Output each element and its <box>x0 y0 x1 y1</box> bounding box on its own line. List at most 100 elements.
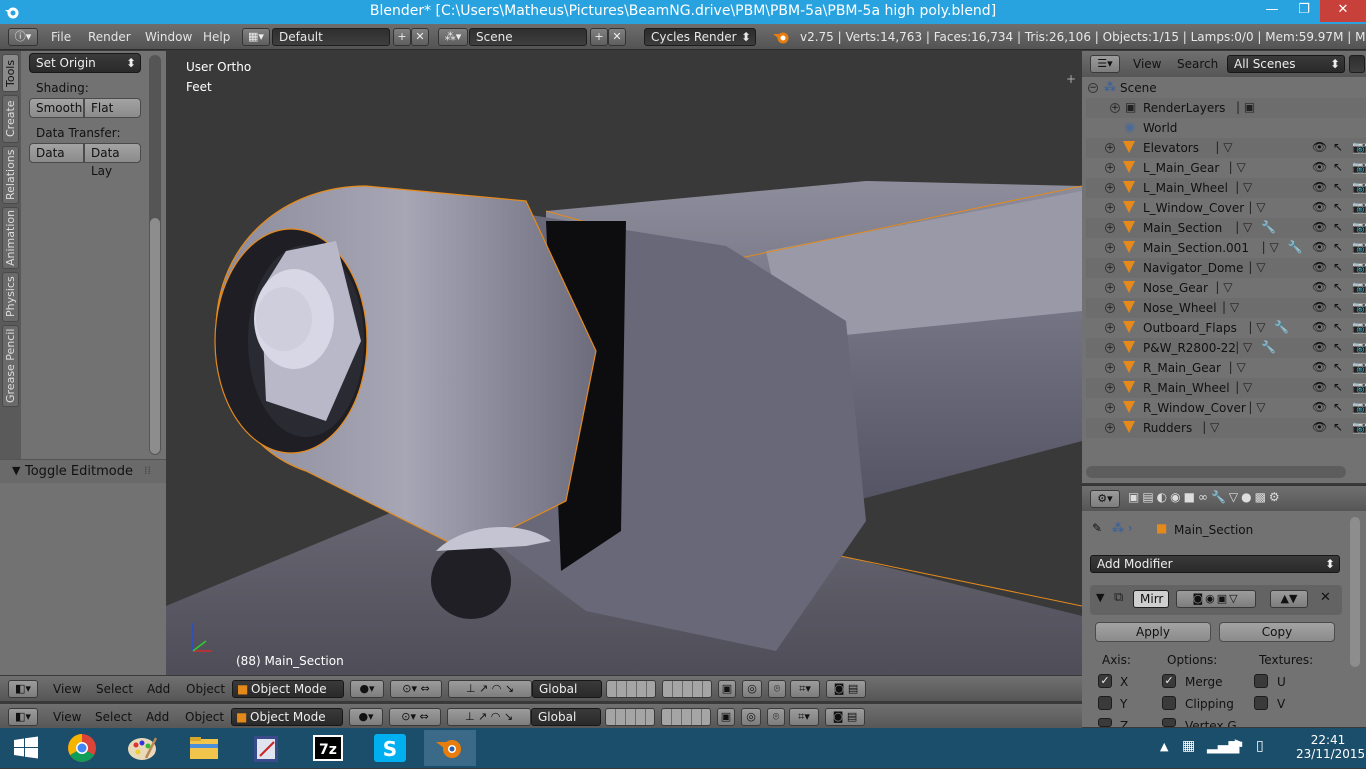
render-engine-dropdown[interactable]: Cycles Render ⬍ <box>644 28 756 46</box>
camera-icon[interactable]: 📷 <box>1352 200 1366 214</box>
orientation-dropdown[interactable]: Global <box>531 708 601 726</box>
expand-icon[interactable]: + <box>1105 403 1115 413</box>
orientation-dropdown[interactable]: Global <box>532 680 602 698</box>
screen-layout-icon[interactable]: ▦▾ <box>242 28 270 46</box>
eye-icon[interactable]: 👁 <box>1312 240 1327 254</box>
menu-window[interactable]: Window <box>145 30 192 44</box>
properties-scrollbar[interactable] <box>1350 517 1360 667</box>
camera-icon[interactable]: 📷 <box>1352 400 1366 414</box>
camera-icon[interactable]: 📷 <box>1352 300 1366 314</box>
cursor-icon[interactable]: ↖ <box>1333 340 1343 354</box>
camera-icon[interactable]: 📷 <box>1352 320 1366 334</box>
camera-icon[interactable]: 📷 <box>1352 240 1366 254</box>
move-up-down-icons[interactable]: ▲▼ <box>1270 590 1308 608</box>
eye-icon[interactable]: 👁 <box>1312 180 1327 194</box>
modifier-name-field[interactable]: Mirr <box>1133 590 1169 608</box>
vertex-groups-checkbox[interactable] <box>1162 718 1176 727</box>
tab-physics[interactable]: Physics <box>2 272 19 322</box>
cursor-icon[interactable]: ↖ <box>1333 200 1343 214</box>
menu-add[interactable]: Add <box>147 682 170 696</box>
remove-scene-icon[interactable]: ✕ <box>608 28 626 46</box>
tab-tools[interactable]: Tools <box>2 54 19 92</box>
expand-icon[interactable]: + <box>1105 203 1115 213</box>
outliner-menu-search[interactable]: Search <box>1177 57 1218 71</box>
outliner-row-object[interactable]: + L_Main_Wheel | ▽ 👁 ↖ 📷 <box>1086 178 1366 198</box>
pin-icon[interactable]: ✎ <box>1092 521 1102 535</box>
mode-dropdown[interactable]: ■ Object Mode <box>232 680 344 698</box>
eye-icon[interactable]: 👁 <box>1312 280 1327 294</box>
camera-icon[interactable]: 📷 <box>1352 160 1366 174</box>
set-origin-dropdown[interactable]: Set Origin ⬍ <box>29 53 141 73</box>
cursor-icon[interactable]: ↖ <box>1333 280 1343 294</box>
outliner-row-object[interactable]: + R_Window_Cover | ▽ 👁 ↖ 📷 <box>1086 398 1366 418</box>
data-layers-button[interactable]: Data Lay <box>84 143 141 178</box>
eye-icon[interactable]: 👁 <box>1312 340 1327 354</box>
merge-checkbox[interactable]: ✓ <box>1162 674 1176 688</box>
proportional-edit-icon[interactable]: ◎ <box>741 708 761 726</box>
chrome-taskbar-button[interactable] <box>56 730 108 766</box>
cursor-icon[interactable]: ↖ <box>1333 420 1343 434</box>
render-icons[interactable]: ◙ ▤ <box>826 680 866 698</box>
menu-help[interactable]: Help <box>203 30 230 44</box>
outliner-row-object[interactable]: + Main_Section.001 | ▽ 🔧 👁 ↖ 📷 <box>1086 238 1366 258</box>
flat-button[interactable]: Flat <box>84 98 141 118</box>
outliner-row-world[interactable]: ◉ World <box>1086 118 1366 138</box>
remove-layout-icon[interactable]: ✕ <box>411 28 429 46</box>
snap-element-icon[interactable]: ⌗▾ <box>790 680 820 698</box>
eye-icon[interactable]: 👁 <box>1312 360 1327 374</box>
cursor-icon[interactable]: ↖ <box>1333 160 1343 174</box>
tool-shelf-scroll-thumb[interactable] <box>150 218 160 454</box>
tab-create[interactable]: Create <box>2 95 19 143</box>
outliner-row-renderlayers[interactable]: + ▣ RenderLayers | ▣ <box>1086 98 1366 118</box>
expand-icon[interactable]: + <box>1105 423 1115 433</box>
camera-icon[interactable]: 📷 <box>1352 420 1366 434</box>
tab-grease-pencil[interactable]: Grease Pencil <box>2 325 19 407</box>
outliner-row-object[interactable]: + P&W_R2800-22 | ▽ 🔧 👁 ↖ 📷 <box>1086 338 1366 358</box>
expand-icon[interactable]: + <box>1105 303 1115 313</box>
cursor-icon[interactable]: ↖ <box>1333 320 1343 334</box>
system-clock[interactable]: 22:41 23/11/2015 <box>1296 733 1365 761</box>
layers-group-1[interactable] <box>606 680 656 698</box>
battery-icon[interactable]: ▯ <box>1256 738 1264 754</box>
outliner-row-object[interactable]: + Rudders | ▽ 👁 ↖ 📷 <box>1086 418 1366 438</box>
snap-icon[interactable]: ⌾ <box>768 680 786 698</box>
pdf-editor-taskbar-button[interactable] <box>240 730 292 766</box>
action-center-icon[interactable]: ▦ <box>1182 738 1195 754</box>
menu-select[interactable]: Select <box>95 710 132 724</box>
eye-icon[interactable]: 👁 <box>1312 400 1327 414</box>
add-layout-icon[interactable]: + <box>393 28 411 46</box>
apply-button[interactable]: Apply <box>1095 622 1211 642</box>
menu-view[interactable]: View <box>53 682 81 696</box>
editor-type-icon[interactable]: ◧▾ <box>8 680 38 698</box>
drag-handle-icon[interactable]: ⁞⁞ <box>144 464 151 477</box>
layout-field[interactable]: Default <box>272 28 390 46</box>
editor-type-info-icon[interactable]: ⓘ▾ <box>8 28 38 46</box>
properties-editor-icon[interactable]: ⚙▾ <box>1090 490 1120 508</box>
toggle-editmode-panel[interactable]: ▼ Toggle Editmode ⁞⁞ <box>0 459 166 483</box>
menu-add[interactable]: Add <box>146 710 169 724</box>
eye-icon[interactable]: 👁 <box>1312 220 1327 234</box>
expand-icon[interactable]: + <box>1105 243 1115 253</box>
expand-icon[interactable]: + <box>1105 383 1115 393</box>
mode-dropdown[interactable]: ■ Object Mode <box>231 708 343 726</box>
close-icon[interactable]: ✕ <box>1320 590 1331 605</box>
eye-icon[interactable]: 👁 <box>1312 200 1327 214</box>
explorer-taskbar-button[interactable] <box>178 730 230 766</box>
snap-icon[interactable]: ⌾ <box>767 708 785 726</box>
outliner-row-object[interactable]: + Nose_Wheel | ▽ 👁 ↖ 📷 <box>1086 298 1366 318</box>
eye-icon[interactable]: 👁 <box>1312 140 1327 154</box>
cursor-icon[interactable]: ↖ <box>1333 180 1343 194</box>
eye-icon[interactable]: 👁 <box>1312 260 1327 274</box>
render-icons[interactable]: ◙ ▤ <box>825 708 865 726</box>
menu-file[interactable]: File <box>51 30 71 44</box>
start-button[interactable] <box>0 730 52 766</box>
cursor-icon[interactable]: ↖ <box>1333 400 1343 414</box>
camera-icon[interactable]: 📷 <box>1352 260 1366 274</box>
outliner-editor-icon[interactable]: ☰▾ <box>1090 55 1120 73</box>
outliner-row-scene[interactable]: − ⁂ Scene <box>1086 78 1366 98</box>
expand-icon[interactable]: + <box>1105 183 1115 193</box>
axis-z-checkbox[interactable] <box>1098 718 1112 727</box>
menu-object[interactable]: Object <box>185 710 224 724</box>
lock-layers-icon[interactable]: ▣ <box>717 708 735 726</box>
outliner-horizontal-scrollbar[interactable] <box>1086 466 1346 478</box>
